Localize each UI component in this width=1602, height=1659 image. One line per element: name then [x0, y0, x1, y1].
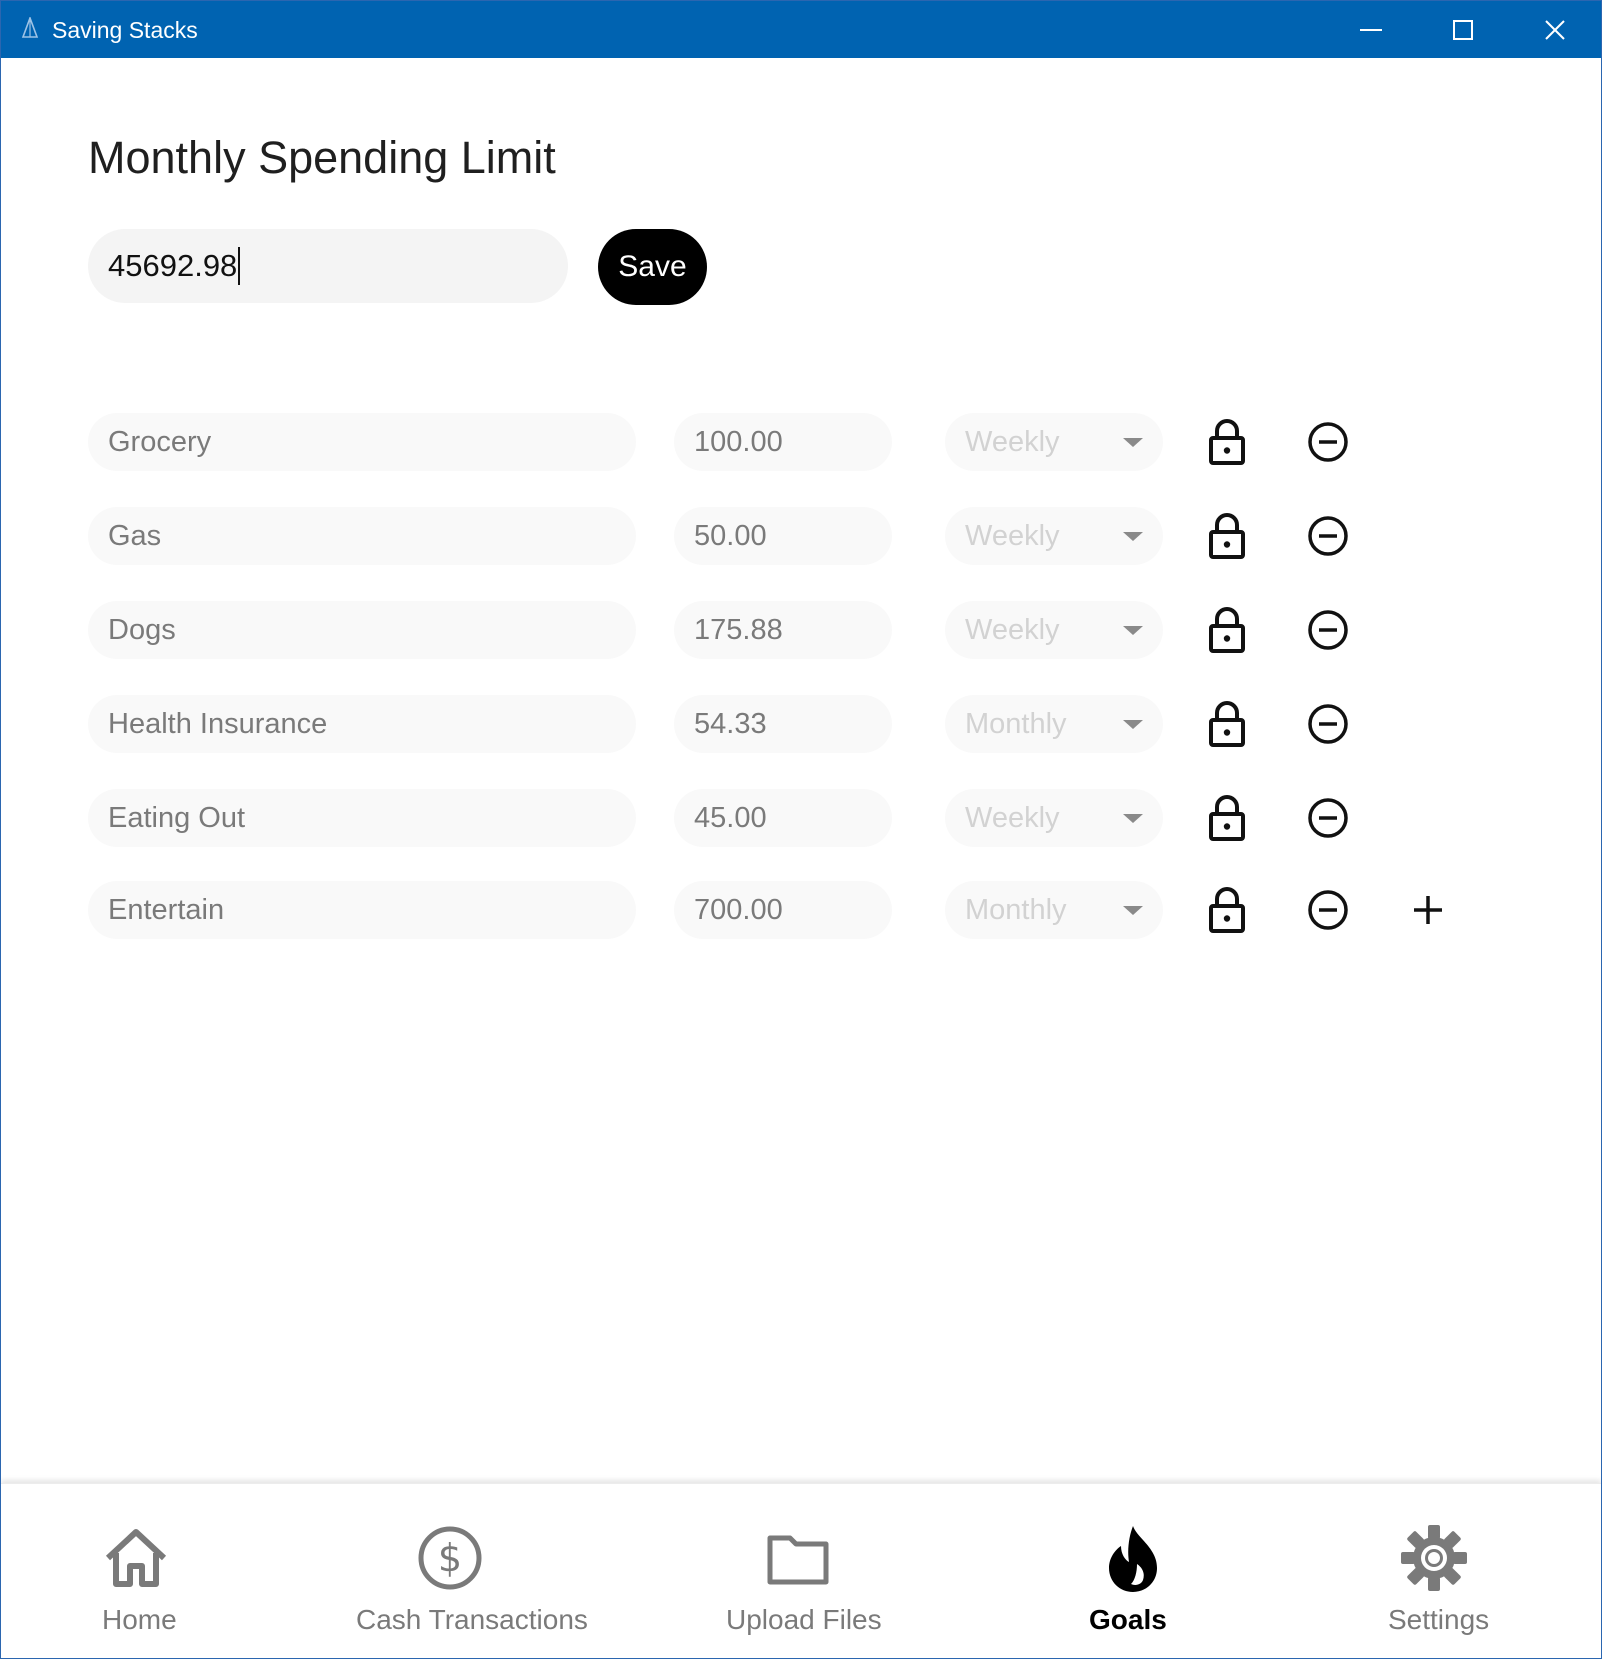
lock-icon: [1209, 513, 1245, 559]
period-dropdown[interactable]: Monthly: [945, 695, 1163, 753]
window-title: Saving Stacks: [52, 17, 198, 43]
budget-row: Grocery 100.00 Weekly: [1, 413, 1601, 471]
remove-button[interactable]: [1299, 507, 1357, 565]
lock-icon: [1209, 419, 1245, 465]
app-window: Saving Stacks Monthly Spending Limit 456…: [0, 0, 1602, 1659]
text-caret: [238, 247, 241, 285]
minus-circle-icon: [1308, 890, 1348, 930]
remove-button[interactable]: [1299, 413, 1357, 471]
nav-label: Settings: [1388, 1604, 1490, 1635]
title-bar: Saving Stacks: [1, 1, 1601, 58]
gear-icon: [1401, 1525, 1467, 1591]
chevron-down-icon: [1123, 814, 1143, 823]
chevron-down-icon: [1123, 626, 1143, 635]
minimize-icon: [1360, 29, 1382, 31]
maximize-button[interactable]: [1417, 1, 1509, 58]
period-value: Weekly: [965, 801, 1060, 834]
nav-label: Goals: [1089, 1604, 1167, 1635]
budget-row: Dogs 175.88 Weekly: [1, 601, 1601, 659]
category-name-input[interactable]: Entertain: [88, 881, 636, 939]
close-button[interactable]: [1509, 1, 1601, 58]
category-amount-input[interactable]: 50.00: [674, 507, 892, 565]
budget-row: Eating Out 45.00 Weekly: [1, 789, 1601, 847]
nav-label: Cash Transactions: [356, 1604, 588, 1635]
dollar-icon: $: [418, 1526, 482, 1590]
close-icon: [1545, 20, 1565, 40]
period-dropdown[interactable]: Monthly: [945, 881, 1163, 939]
add-category-button[interactable]: [1399, 881, 1457, 939]
home-icon: [105, 1529, 167, 1587]
category-amount-input[interactable]: 700.00: [674, 881, 892, 939]
app-logo-icon: [21, 15, 39, 39]
chevron-down-icon: [1123, 438, 1143, 447]
budget-row: Gas 50.00 Weekly: [1, 507, 1601, 565]
minimize-button[interactable]: [1325, 1, 1417, 58]
lock-button[interactable]: [1198, 507, 1256, 565]
spending-limit-input[interactable]: 45692.98: [88, 229, 568, 303]
lock-button[interactable]: [1198, 695, 1256, 753]
nav-label: Home: [102, 1604, 177, 1635]
nav-item-home[interactable]: Home: [1, 1484, 301, 1658]
nav-item-upload-files[interactable]: Upload Files: [651, 1484, 951, 1658]
category-amount-input[interactable]: 54.33: [674, 695, 892, 753]
remove-button[interactable]: [1299, 601, 1357, 659]
lock-icon: [1209, 795, 1245, 841]
nav-item-cash-transactions[interactable]: $ Cash Transactions: [321, 1484, 621, 1658]
lock-button[interactable]: [1198, 413, 1256, 471]
category-amount-input[interactable]: 100.00: [674, 413, 892, 471]
lock-icon: [1209, 887, 1245, 933]
period-dropdown[interactable]: Weekly: [945, 507, 1163, 565]
save-button[interactable]: Save: [598, 229, 707, 305]
category-name-input[interactable]: Dogs: [88, 601, 636, 659]
minus-circle-icon: [1308, 422, 1348, 462]
flame-icon: [1109, 1526, 1157, 1592]
category-name-input[interactable]: Grocery: [88, 413, 636, 471]
period-value: Weekly: [965, 425, 1060, 458]
budget-row: Entertain 700.00 Monthly: [1, 881, 1601, 939]
period-dropdown[interactable]: Weekly: [945, 413, 1163, 471]
plus-icon: [1414, 896, 1442, 924]
chevron-down-icon: [1123, 532, 1143, 541]
lock-icon: [1209, 607, 1245, 653]
minus-circle-icon: [1308, 516, 1348, 556]
remove-button[interactable]: [1299, 695, 1357, 753]
lock-button[interactable]: [1198, 789, 1256, 847]
lock-icon: [1209, 701, 1245, 747]
remove-button[interactable]: [1299, 789, 1357, 847]
category-name-input[interactable]: Gas: [88, 507, 636, 565]
budget-row: Health Insurance 54.33 Monthly: [1, 695, 1601, 753]
minus-circle-icon: [1308, 704, 1348, 744]
page-title: Monthly Spending Limit: [88, 132, 556, 183]
chevron-down-icon: [1123, 720, 1143, 729]
folder-icon: [767, 1535, 829, 1585]
period-value: Monthly: [965, 893, 1067, 926]
nav-item-settings[interactable]: Settings: [1301, 1484, 1601, 1658]
lock-button[interactable]: [1198, 881, 1256, 939]
goals-page: Monthly Spending Limit 45692.98 Save Gro…: [1, 58, 1601, 1483]
svg-text:$: $: [438, 1536, 462, 1580]
period-value: Monthly: [965, 707, 1067, 740]
period-dropdown[interactable]: Weekly: [945, 601, 1163, 659]
category-name-input[interactable]: Health Insurance: [88, 695, 636, 753]
period-value: Weekly: [965, 613, 1060, 646]
maximize-icon: [1453, 20, 1473, 40]
nav-label: Upload Files: [726, 1604, 882, 1635]
period-value: Weekly: [965, 519, 1060, 552]
lock-button[interactable]: [1198, 601, 1256, 659]
category-amount-input[interactable]: 175.88: [674, 601, 892, 659]
nav-item-goals[interactable]: Goals: [981, 1484, 1281, 1658]
minus-circle-icon: [1308, 798, 1348, 838]
remove-button[interactable]: [1299, 881, 1357, 939]
minus-circle-icon: [1308, 610, 1348, 650]
chevron-down-icon: [1123, 906, 1143, 915]
category-amount-input[interactable]: 45.00: [674, 789, 892, 847]
category-name-input[interactable]: Eating Out: [88, 789, 636, 847]
period-dropdown[interactable]: Weekly: [945, 789, 1163, 847]
bottom-navigation: Home $ Cash Transactions Upload Files Go…: [1, 1483, 1601, 1658]
spending-limit-value: 45692.98: [108, 248, 238, 283]
